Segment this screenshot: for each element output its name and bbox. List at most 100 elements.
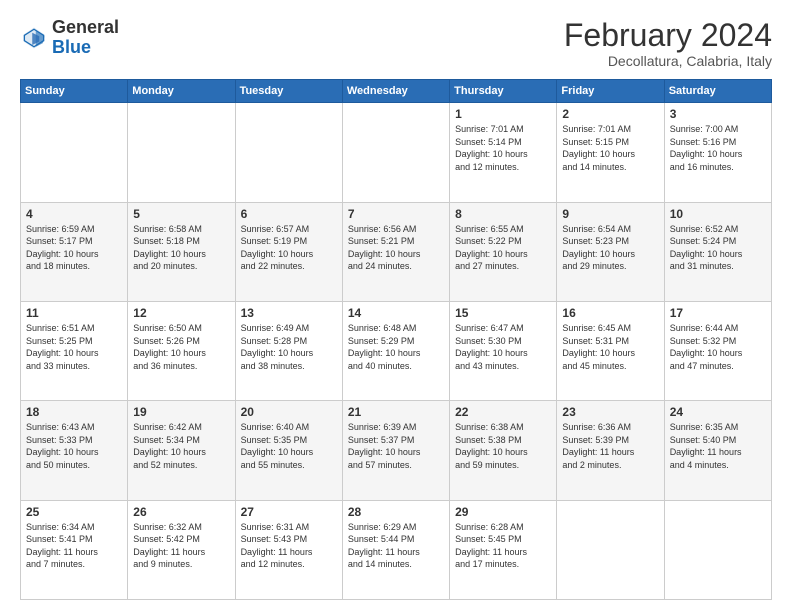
day-number: 8: [455, 207, 551, 221]
day-info: Sunrise: 6:29 AM Sunset: 5:44 PM Dayligh…: [348, 521, 444, 571]
day-number: 12: [133, 306, 229, 320]
day-number: 26: [133, 505, 229, 519]
day-info: Sunrise: 6:57 AM Sunset: 5:19 PM Dayligh…: [241, 223, 337, 273]
table-row: 19 Sunrise: 6:42 AM Sunset: 5:34 PM Dayli…: [128, 401, 235, 500]
day-info: Sunrise: 6:34 AM Sunset: 5:41 PM Dayligh…: [26, 521, 122, 571]
day-number: 24: [670, 405, 766, 419]
day-info: Sunrise: 6:28 AM Sunset: 5:45 PM Dayligh…: [455, 521, 551, 571]
day-info: Sunrise: 6:43 AM Sunset: 5:33 PM Dayligh…: [26, 421, 122, 471]
day-info: Sunrise: 6:40 AM Sunset: 5:35 PM Dayligh…: [241, 421, 337, 471]
col-sunday: Sunday: [21, 80, 128, 103]
day-info: Sunrise: 7:00 AM Sunset: 5:16 PM Dayligh…: [670, 123, 766, 173]
day-info: Sunrise: 6:35 AM Sunset: 5:40 PM Dayligh…: [670, 421, 766, 471]
table-row: 9 Sunrise: 6:54 AM Sunset: 5:23 PM Daylig…: [557, 202, 664, 301]
day-info: Sunrise: 6:36 AM Sunset: 5:39 PM Dayligh…: [562, 421, 658, 471]
day-number: 18: [26, 405, 122, 419]
header: General Blue February 2024 Decollatura, …: [20, 18, 772, 69]
table-row: 12Sunrise: 6:50 AM Sunset: 5:26 PM Dayli…: [128, 301, 235, 400]
day-info: Sunrise: 6:31 AM Sunset: 5:43 PM Dayligh…: [241, 521, 337, 571]
day-info: Sunrise: 7:01 AM Sunset: 5:14 PM Dayligh…: [455, 123, 551, 173]
table-row: 15Sunrise: 6:47 AM Sunset: 5:30 PM Dayli…: [450, 301, 557, 400]
day-number: 21: [348, 405, 444, 419]
day-info: Sunrise: 6:45 AM Sunset: 5:31 PM Dayligh…: [562, 322, 658, 372]
table-row: 4Sunrise: 6:59 AM Sunset: 5:17 PM Daylig…: [21, 202, 128, 301]
location-subtitle: Decollatura, Calabria, Italy: [564, 53, 772, 69]
day-number: 16: [562, 306, 658, 320]
table-row: [21, 103, 128, 202]
day-info: Sunrise: 6:47 AM Sunset: 5:30 PM Dayligh…: [455, 322, 551, 372]
table-row: 17 Sunrise: 6:44 AM Sunset: 5:32 PM Dayli…: [664, 301, 771, 400]
day-number: 6: [241, 207, 337, 221]
day-info: Sunrise: 7:01 AM Sunset: 5:15 PM Dayligh…: [562, 123, 658, 173]
table-row: [128, 103, 235, 202]
table-row: 20 Sunrise: 6:40 AM Sunset: 5:35 PM Dayli…: [235, 401, 342, 500]
table-row: 21 Sunrise: 6:39 AM Sunset: 5:37 PM Dayli…: [342, 401, 449, 500]
table-row: 18 Sunrise: 6:43 AM Sunset: 5:33 PM Dayli…: [21, 401, 128, 500]
day-info: Sunrise: 6:56 AM Sunset: 5:21 PM Dayligh…: [348, 223, 444, 273]
day-number: 22: [455, 405, 551, 419]
day-info: Sunrise: 6:48 AM Sunset: 5:29 PM Dayligh…: [348, 322, 444, 372]
table-row: 16 Sunrise: 6:45 AM Sunset: 5:31 PM Dayli…: [557, 301, 664, 400]
day-number: 19: [133, 405, 229, 419]
day-number: 7: [348, 207, 444, 221]
day-info: Sunrise: 6:44 AM Sunset: 5:32 PM Dayligh…: [670, 322, 766, 372]
table-row: [664, 500, 771, 599]
table-row: 23 Sunrise: 6:36 AM Sunset: 5:39 PM Dayli…: [557, 401, 664, 500]
table-row: 2 Sunrise: 7:01 AM Sunset: 5:15 PM Daylig…: [557, 103, 664, 202]
table-row: 1 Sunrise: 7:01 AM Sunset: 5:14 PM Daylig…: [450, 103, 557, 202]
week-row-5: 25 Sunrise: 6:34 AM Sunset: 5:41 PM Dayli…: [21, 500, 772, 599]
logo-blue: Blue: [52, 38, 119, 58]
col-saturday: Saturday: [664, 80, 771, 103]
table-row: 8 Sunrise: 6:55 AM Sunset: 5:22 PM Daylig…: [450, 202, 557, 301]
day-number: 23: [562, 405, 658, 419]
table-row: [235, 103, 342, 202]
week-row-3: 11 Sunrise: 6:51 AM Sunset: 5:25 PM Dayli…: [21, 301, 772, 400]
table-row: 22 Sunrise: 6:38 AM Sunset: 5:38 PM Dayli…: [450, 401, 557, 500]
day-number: 27: [241, 505, 337, 519]
day-number: 1: [455, 107, 551, 121]
day-number: 2: [562, 107, 658, 121]
calendar-table: Sunday Monday Tuesday Wednesday Thursday…: [20, 79, 772, 600]
day-number: 4: [26, 207, 122, 221]
day-info: Sunrise: 6:38 AM Sunset: 5:38 PM Dayligh…: [455, 421, 551, 471]
col-wednesday: Wednesday: [342, 80, 449, 103]
day-number: 20: [241, 405, 337, 419]
table-row: 24 Sunrise: 6:35 AM Sunset: 5:40 PM Dayli…: [664, 401, 771, 500]
col-tuesday: Tuesday: [235, 80, 342, 103]
day-info: Sunrise: 6:39 AM Sunset: 5:37 PM Dayligh…: [348, 421, 444, 471]
table-row: [342, 103, 449, 202]
page: General Blue February 2024 Decollatura, …: [0, 0, 792, 612]
logo-text: General Blue: [52, 18, 119, 58]
day-number: 14: [348, 306, 444, 320]
col-monday: Monday: [128, 80, 235, 103]
table-row: 10Sunrise: 6:52 AM Sunset: 5:24 PM Dayli…: [664, 202, 771, 301]
table-row: 11 Sunrise: 6:51 AM Sunset: 5:25 PM Dayli…: [21, 301, 128, 400]
day-info: Sunrise: 6:58 AM Sunset: 5:18 PM Dayligh…: [133, 223, 229, 273]
table-row: 26 Sunrise: 6:32 AM Sunset: 5:42 PM Dayli…: [128, 500, 235, 599]
table-row: 3 Sunrise: 7:00 AM Sunset: 5:16 PM Daylig…: [664, 103, 771, 202]
day-number: 17: [670, 306, 766, 320]
day-number: 11: [26, 306, 122, 320]
day-info: Sunrise: 6:52 AM Sunset: 5:24 PM Dayligh…: [670, 223, 766, 273]
header-row: Sunday Monday Tuesday Wednesday Thursday…: [21, 80, 772, 103]
table-row: 25 Sunrise: 6:34 AM Sunset: 5:41 PM Dayli…: [21, 500, 128, 599]
day-info: Sunrise: 6:32 AM Sunset: 5:42 PM Dayligh…: [133, 521, 229, 571]
day-number: 13: [241, 306, 337, 320]
col-thursday: Thursday: [450, 80, 557, 103]
day-number: 3: [670, 107, 766, 121]
day-number: 25: [26, 505, 122, 519]
day-number: 5: [133, 207, 229, 221]
col-friday: Friday: [557, 80, 664, 103]
table-row: 28Sunrise: 6:29 AM Sunset: 5:44 PM Dayli…: [342, 500, 449, 599]
table-row: 14 Sunrise: 6:48 AM Sunset: 5:29 PM Dayli…: [342, 301, 449, 400]
day-number: 9: [562, 207, 658, 221]
week-row-1: 1 Sunrise: 7:01 AM Sunset: 5:14 PM Daylig…: [21, 103, 772, 202]
day-info: Sunrise: 6:51 AM Sunset: 5:25 PM Dayligh…: [26, 322, 122, 372]
table-row: 27 Sunrise: 6:31 AM Sunset: 5:43 PM Dayli…: [235, 500, 342, 599]
day-info: Sunrise: 6:54 AM Sunset: 5:23 PM Dayligh…: [562, 223, 658, 273]
logo-general: General: [52, 18, 119, 38]
day-info: Sunrise: 6:55 AM Sunset: 5:22 PM Dayligh…: [455, 223, 551, 273]
day-info: Sunrise: 6:42 AM Sunset: 5:34 PM Dayligh…: [133, 421, 229, 471]
table-row: 13Sunrise: 6:49 AM Sunset: 5:28 PM Dayli…: [235, 301, 342, 400]
day-number: 29: [455, 505, 551, 519]
